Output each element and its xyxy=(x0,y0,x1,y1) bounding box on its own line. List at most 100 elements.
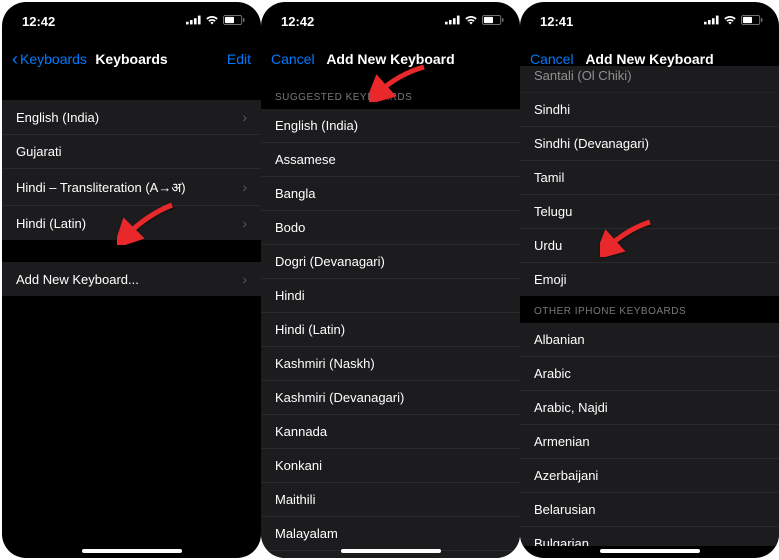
status-time: 12:42 xyxy=(281,14,314,29)
keyboard-row[interactable]: Hindi (Latin) › xyxy=(2,206,261,240)
keyboard-option-label: Albanian xyxy=(534,332,585,347)
other-keyboards-list: Albanian Arabic Arabic, Najdi Armenian Azerb… xyxy=(520,323,779,546)
keyboard-label: English (India) xyxy=(16,110,99,125)
keyboard-option-label: Bangla xyxy=(275,186,315,201)
suggested-keyboards-list-continued: Santali (Ol Chiki) Sindhi Sindhi (Devanaga… xyxy=(520,66,779,296)
add-keyboard-section: Add New Keyboard... › xyxy=(2,262,261,296)
keyboard-option-label: Hindi (Latin) xyxy=(275,322,345,337)
suggested-keyboards-list: English (India) Assamese Bangla Bodo Dogri (… xyxy=(261,109,520,558)
keyboard-option-label: Telugu xyxy=(534,204,572,219)
keyboard-option-row[interactable]: Belarusian xyxy=(520,493,779,527)
edit-button[interactable]: Edit xyxy=(227,51,251,67)
keyboard-option-row[interactable]: Sindhi xyxy=(520,93,779,127)
keyboard-option-row[interactable]: Hindi (Latin) xyxy=(261,313,520,347)
keyboard-option-label: Kashmiri (Naskh) xyxy=(275,356,375,371)
keyboard-option-row[interactable]: Maithili xyxy=(261,483,520,517)
keyboard-option-row[interactable]: Sindhi (Devanagari) xyxy=(520,127,779,161)
keyboard-option-row[interactable]: Kashmiri (Devanagari) xyxy=(261,381,520,415)
wifi-icon xyxy=(205,14,219,28)
keyboard-option-row[interactable]: Hindi xyxy=(261,279,520,313)
section-header-suggested: Suggested Keyboards xyxy=(261,78,520,109)
keyboard-option-row[interactable]: Dogri (Devanagari) xyxy=(261,245,520,279)
keyboard-option-row[interactable]: Arabic, Najdi xyxy=(520,391,779,425)
keyboard-option-label: Azerbaijani xyxy=(534,468,598,483)
page-title: Add New Keyboard xyxy=(585,51,713,67)
chevron-left-icon: ‹ xyxy=(12,50,18,68)
chevron-right-icon: › xyxy=(242,109,247,125)
keyboard-option-row[interactable]: Emoji xyxy=(520,263,779,296)
content-area[interactable]: Suggested Keyboards English (India) Assam… xyxy=(261,78,520,558)
keyboard-option-row[interactable]: Armenian xyxy=(520,425,779,459)
status-bar: 12:42 xyxy=(261,2,520,40)
keyboard-option-row[interactable]: Kannada xyxy=(261,415,520,449)
keyboard-option-label: Sindhi (Devanagari) xyxy=(534,136,649,151)
section-header-other: Other iPhone Keyboards xyxy=(520,296,779,323)
keyboard-option-label: Belarusian xyxy=(534,502,595,517)
keyboard-option-row[interactable]: Azerbaijani xyxy=(520,459,779,493)
battery-icon xyxy=(741,14,763,28)
keyboard-option-label: Kashmiri (Devanagari) xyxy=(275,390,404,405)
signal-icon xyxy=(704,14,719,28)
status-time: 12:41 xyxy=(540,14,573,29)
content-area[interactable]: Santali (Ol Chiki) Sindhi Sindhi (Devanaga… xyxy=(520,66,779,546)
keyboard-row[interactable]: English (India) › xyxy=(2,100,261,135)
nav-bar: ‹ Keyboards Keyboards Edit xyxy=(2,40,261,78)
add-keyboard-screen-other: 12:41 Cancel Add New Keyboard Santali (O… xyxy=(520,2,779,558)
add-keyboard-screen-suggested: 12:42 Cancel Add New Keyboard Suggested … xyxy=(261,2,520,558)
keyboard-option-row[interactable]: Tamil xyxy=(520,161,779,195)
cancel-button[interactable]: Cancel xyxy=(530,51,574,67)
keyboard-option-row[interactable]: Urdu xyxy=(520,229,779,263)
keyboard-option-row[interactable]: Telugu xyxy=(520,195,779,229)
keyboard-option-row[interactable]: Arabic xyxy=(520,357,779,391)
back-button[interactable]: ‹ Keyboards xyxy=(12,50,87,68)
status-icons xyxy=(704,14,763,28)
keyboard-option-label: Santali (Ol Chiki) xyxy=(534,68,632,83)
page-title: Add New Keyboard xyxy=(326,51,454,67)
keyboard-option-label: Assamese xyxy=(275,152,336,167)
keyboard-option-row[interactable]: Konkani xyxy=(261,449,520,483)
status-bar: 12:41 xyxy=(520,2,779,40)
add-new-keyboard-label: Add New Keyboard... xyxy=(16,272,139,287)
home-indicator[interactable] xyxy=(82,549,182,553)
wifi-icon xyxy=(723,14,737,28)
keyboard-option-row[interactable]: Bulgarian xyxy=(520,527,779,546)
section-spacer xyxy=(2,78,261,100)
chevron-right-icon: › xyxy=(242,215,247,231)
status-icons xyxy=(445,14,504,28)
keyboard-option-label: Malayalam xyxy=(275,526,338,541)
keyboard-option-label: Armenian xyxy=(534,434,590,449)
keyboard-option-label: Hindi xyxy=(275,288,305,303)
keyboard-row[interactable]: Gujarati xyxy=(2,135,261,169)
home-indicator[interactable] xyxy=(341,549,441,553)
add-new-keyboard-row[interactable]: Add New Keyboard... › xyxy=(2,262,261,296)
cancel-button[interactable]: Cancel xyxy=(271,51,315,67)
content-area: English (India) › Gujarati Hindi – Trans… xyxy=(2,78,261,558)
keyboard-option-label: Arabic xyxy=(534,366,571,381)
keyboards-settings-screen: 12:42 ‹ Keyboards Keyboards Edit English… xyxy=(2,2,261,558)
signal-icon xyxy=(186,14,201,28)
keyboard-option-label: Dogri (Devanagari) xyxy=(275,254,385,269)
keyboard-option-row[interactable]: Assamese xyxy=(261,143,520,177)
status-time: 12:42 xyxy=(22,14,55,29)
chevron-right-icon: › xyxy=(242,271,247,287)
keyboard-option-label: Bodo xyxy=(275,220,305,235)
keyboard-option-label: Tamil xyxy=(534,170,564,185)
battery-icon xyxy=(482,14,504,28)
keyboard-row[interactable]: Hindi – Transliteration (A→अ) › xyxy=(2,169,261,206)
chevron-right-icon: › xyxy=(242,179,247,195)
keyboard-option-row[interactable]: Bangla xyxy=(261,177,520,211)
keyboard-option-row[interactable]: Malayalam xyxy=(261,517,520,551)
keyboard-option-label: Kannada xyxy=(275,424,327,439)
keyboard-option-row[interactable]: Bodo xyxy=(261,211,520,245)
keyboard-label: Hindi – Transliteration (A→अ) xyxy=(16,178,186,196)
keyboard-option-label: English (India) xyxy=(275,118,358,133)
keyboard-option-label: Emoji xyxy=(534,272,567,287)
nav-bar: Cancel Add New Keyboard xyxy=(261,40,520,78)
keyboard-option-row[interactable]: Albanian xyxy=(520,323,779,357)
keyboards-list: English (India) › Gujarati Hindi – Trans… xyxy=(2,100,261,240)
keyboard-option-row[interactable]: English (India) xyxy=(261,109,520,143)
keyboard-option-label: Maithili xyxy=(275,492,315,507)
home-indicator[interactable] xyxy=(600,549,700,553)
keyboard-option-row[interactable]: Kashmiri (Naskh) xyxy=(261,347,520,381)
keyboard-option-row[interactable]: Santali (Ol Chiki) xyxy=(520,66,779,93)
